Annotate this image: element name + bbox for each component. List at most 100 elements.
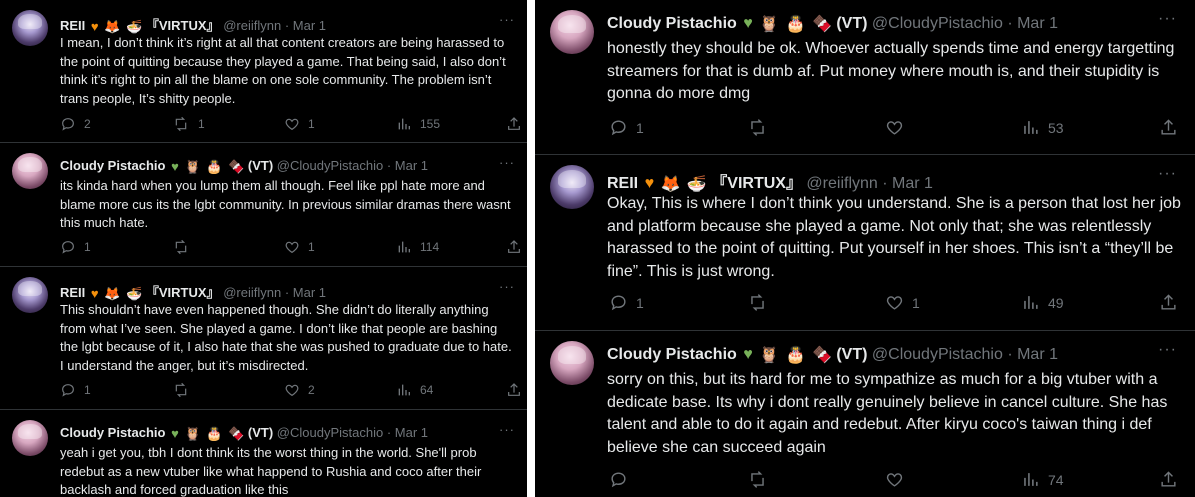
display-name[interactable]: REII: [60, 285, 85, 300]
tweet[interactable]: Cloudy Pistachio ♥ 🦉 🎂 🍫 (VT) @CloudyPis…: [535, 0, 1195, 155]
reply-button[interactable]: 2: [60, 116, 91, 132]
avatar[interactable]: [12, 10, 48, 46]
timestamp[interactable]: Mar 1: [1017, 346, 1058, 363]
avatar[interactable]: [550, 165, 594, 209]
handle[interactable]: @CloudyPistachio: [872, 15, 1003, 32]
more-options-icon[interactable]: ···: [499, 422, 515, 437]
tweet[interactable]: REII ♥ 🦊 🍜 『VIRTUX』 @reiiflynn · Mar 1 ·…: [0, 0, 527, 143]
reply-button[interactable]: [609, 470, 636, 489]
bowl-icon: 🍜: [126, 285, 143, 301]
share-icon: [1161, 471, 1176, 487]
share-button[interactable]: [1159, 118, 1178, 137]
retweet-icon: [751, 471, 764, 488]
more-options-icon[interactable]: ···: [499, 12, 515, 27]
tweet-text: I mean, I don’t think it’s right at all …: [60, 35, 506, 106]
heart-icon: [285, 384, 299, 397]
share-button[interactable]: [506, 116, 522, 132]
tweet[interactable]: Cloudy Pistachio ♥ 🦉 🎂 🍫 (VT) @CloudyPis…: [0, 143, 527, 267]
handle[interactable]: @CloudyPistachio: [277, 158, 383, 173]
display-name[interactable]: Cloudy Pistachio: [60, 425, 165, 440]
retweet-icon: [751, 294, 764, 311]
like-button[interactable]: 2: [284, 382, 315, 398]
timestamp[interactable]: Mar 1: [395, 425, 428, 440]
retweet-button[interactable]: [747, 293, 776, 312]
display-name[interactable]: REII: [60, 18, 85, 33]
reply-button[interactable]: 1: [609, 118, 644, 137]
reply-button[interactable]: 1: [609, 293, 644, 312]
retweet-button[interactable]: [747, 118, 776, 137]
reply-button[interactable]: 1: [60, 239, 91, 255]
more-options-icon[interactable]: ···: [499, 279, 515, 294]
more-options-icon[interactable]: ···: [1158, 341, 1177, 359]
avatar[interactable]: [550, 10, 594, 54]
timestamp[interactable]: Mar 1: [1017, 15, 1058, 32]
display-name[interactable]: Cloudy Pistachio: [607, 15, 737, 32]
more-options-icon[interactable]: ···: [1158, 10, 1177, 28]
share-icon: [508, 240, 520, 253]
reply-icon: [62, 118, 74, 131]
handle[interactable]: @CloudyPistachio: [872, 346, 1003, 363]
views-icon: [398, 384, 410, 396]
retweet-icon: [175, 382, 187, 398]
avatar[interactable]: [550, 341, 594, 385]
views-button[interactable]: 49: [1021, 293, 1064, 312]
share-button[interactable]: [506, 239, 522, 255]
heart-icon: [886, 121, 903, 135]
share-button[interactable]: [1159, 293, 1178, 312]
views-button[interactable]: 74: [1021, 470, 1064, 489]
more-options-icon[interactable]: ···: [1158, 165, 1177, 183]
timestamp[interactable]: Mar 1: [395, 158, 428, 173]
tweet-header: Cloudy Pistachio ♥ 🦉 🎂 🍫 (VT) @CloudyPis…: [60, 425, 428, 442]
views-icon: [398, 118, 410, 130]
tweet-text: Okay, This is where I don’t think you un…: [607, 195, 1181, 280]
fox-icon: 🦊: [104, 18, 121, 34]
more-options-icon[interactable]: ···: [499, 155, 515, 170]
like-button[interactable]: 1: [284, 116, 315, 132]
display-name[interactable]: Cloudy Pistachio: [607, 346, 737, 363]
tweet[interactable]: REII ♥ 🦊 🍜 『VIRTUX』 @reiiflynn · Mar 1 ·…: [535, 155, 1195, 331]
avatar[interactable]: [12, 420, 48, 456]
reply-icon: [611, 120, 626, 136]
timestamp[interactable]: Mar 1: [293, 18, 326, 33]
candy-icon: 🍫: [811, 347, 832, 364]
handle[interactable]: @reiiflynn: [223, 285, 281, 300]
handle[interactable]: @reiiflynn: [806, 175, 877, 192]
views-button[interactable]: 64: [396, 382, 433, 398]
tweet-text: honestly they should be ok. Whoever actu…: [607, 40, 1175, 102]
reply-count: 1: [84, 240, 91, 254]
handle[interactable]: @reiiflynn: [223, 18, 281, 33]
tweet-header: REII ♥ 🦊 🍜 『VIRTUX』 @reiiflynn · Mar 1: [60, 282, 326, 302]
retweet-button[interactable]: [172, 239, 198, 255]
share-button[interactable]: [506, 382, 522, 398]
display-name[interactable]: Cloudy Pistachio: [60, 158, 165, 173]
separator-dot: ·: [284, 285, 290, 300]
like-button[interactable]: 1: [885, 293, 920, 312]
timestamp[interactable]: Mar 1: [892, 175, 933, 192]
views-button[interactable]: 114: [396, 239, 439, 255]
share-button[interactable]: [1159, 470, 1178, 489]
separator-dot: ·: [1007, 346, 1013, 364]
owl-icon: 🦉: [759, 16, 780, 33]
tweet[interactable]: Cloudy Pistachio ♥ 🦉 🎂 🍫 (VT) @CloudyPis…: [535, 331, 1195, 497]
like-button[interactable]: [885, 118, 912, 137]
reply-button[interactable]: 1: [60, 382, 91, 398]
like-button[interactable]: 1: [284, 239, 315, 255]
tweet[interactable]: Cloudy Pistachio ♥ 🦉 🎂 🍫 (VT) @CloudyPis…: [0, 410, 527, 497]
tweet[interactable]: REII ♥ 🦊 🍜 『VIRTUX』 @reiiflynn · Mar 1 ·…: [0, 267, 527, 410]
orange-heart-icon: ♥: [90, 19, 99, 35]
avatar[interactable]: [12, 153, 48, 189]
retweet-button[interactable]: [172, 382, 198, 398]
right-thread-panel: Cloudy Pistachio ♥ 🦉 🎂 🍫 (VT) @CloudyPis…: [535, 0, 1195, 497]
retweet-button[interactable]: 1: [172, 116, 205, 132]
views-button[interactable]: 53: [1021, 118, 1064, 137]
avatar[interactable]: [12, 277, 48, 313]
display-name[interactable]: REII: [607, 175, 638, 192]
views-button[interactable]: 155: [396, 116, 440, 132]
timestamp[interactable]: Mar 1: [293, 285, 326, 300]
views-count: 53: [1048, 119, 1064, 136]
retweet-button[interactable]: [747, 470, 776, 489]
candy-icon: 🍫: [811, 16, 832, 33]
handle[interactable]: @CloudyPistachio: [277, 425, 383, 440]
like-count: 1: [308, 240, 315, 254]
like-button[interactable]: [885, 470, 912, 489]
